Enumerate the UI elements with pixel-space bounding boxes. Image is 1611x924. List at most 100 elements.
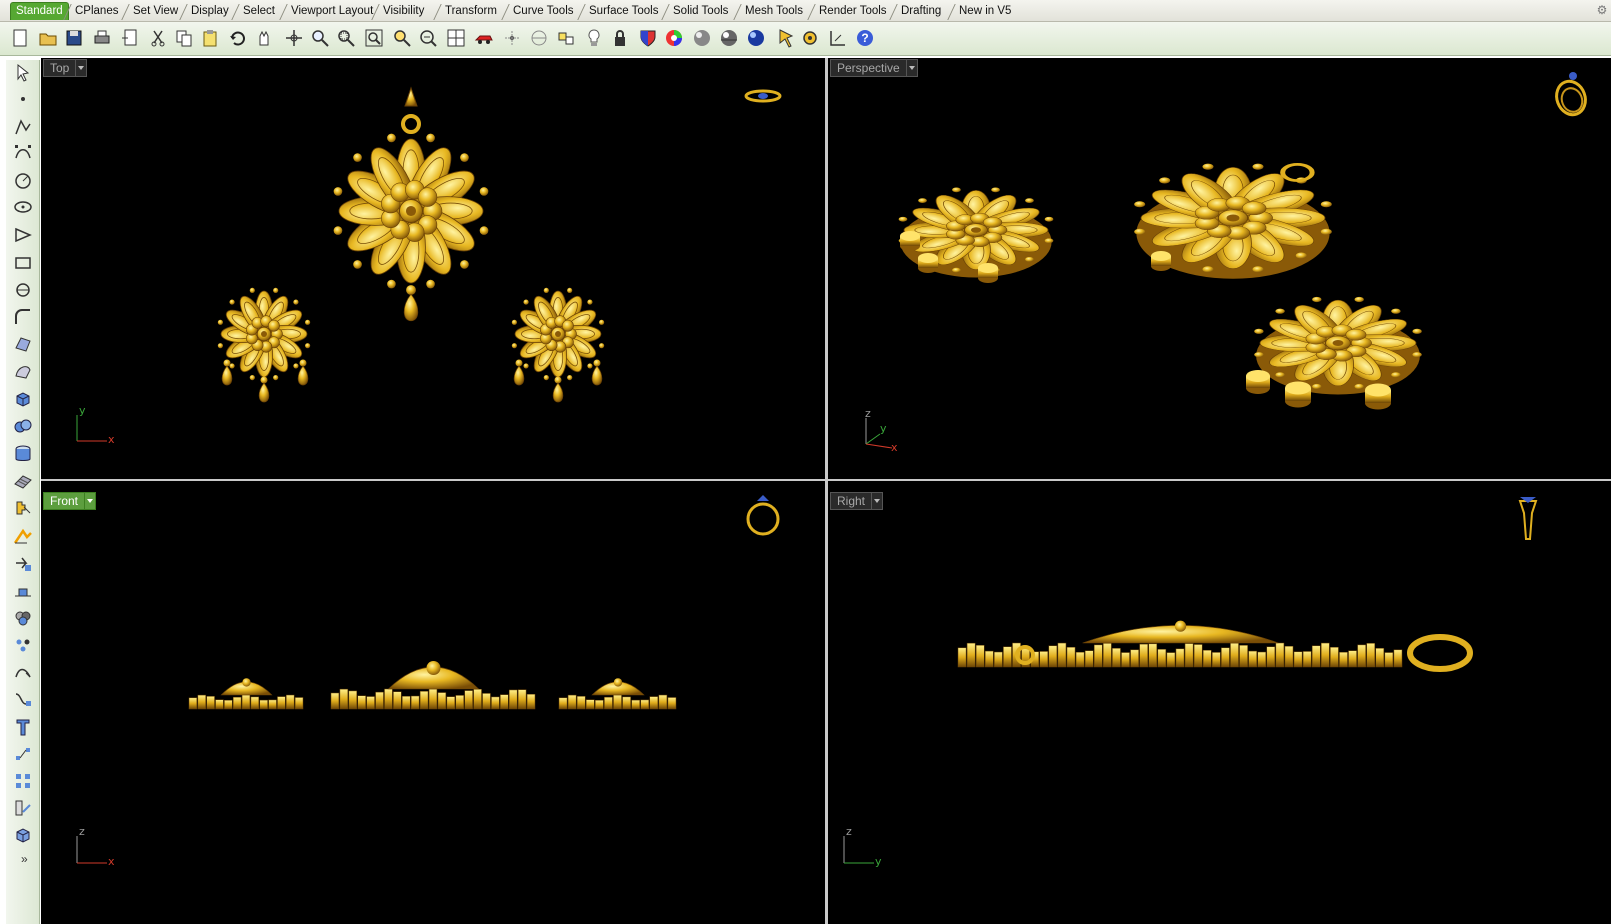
viewport-menu-arrow-icon[interactable] <box>76 59 88 77</box>
pan-hand-icon[interactable] <box>252 26 276 50</box>
viewport-menu-arrow-icon[interactable] <box>906 59 918 77</box>
tab-drafting[interactable]: Drafting <box>896 3 946 21</box>
pendant-right-view[interactable] <box>957 620 1403 668</box>
rectangle-icon[interactable] <box>10 250 36 276</box>
tab-display[interactable]: Display <box>186 3 234 21</box>
earring-right-front-view[interactable] <box>558 678 677 710</box>
rebuild-icon[interactable] <box>10 795 36 821</box>
more-tools-icon[interactable]: » <box>21 852 28 866</box>
surface-grid-icon[interactable] <box>10 331 36 357</box>
polyline-icon[interactable] <box>10 114 36 140</box>
arc-icon[interactable] <box>10 277 36 303</box>
control-points-icon[interactable] <box>10 741 36 767</box>
pendant-top-view[interactable] <box>333 86 489 322</box>
import-icon[interactable] <box>118 26 142 50</box>
car-render-icon[interactable] <box>472 26 496 50</box>
pin-icon[interactable] <box>774 26 798 50</box>
sweep-icon[interactable] <box>10 686 36 712</box>
paste-icon[interactable] <box>198 26 222 50</box>
array-icon[interactable] <box>10 768 36 794</box>
text-icon[interactable] <box>10 714 36 740</box>
viewport-menu-arrow-icon[interactable] <box>872 492 884 510</box>
viewport-title-front[interactable]: Front <box>43 492 97 510</box>
four-viewports-icon[interactable] <box>444 26 468 50</box>
viewport-title-top[interactable]: Top <box>43 59 88 77</box>
tab-cplanes[interactable]: CPlanes <box>70 3 123 21</box>
lock-icon[interactable] <box>608 26 632 50</box>
cube-icon[interactable] <box>10 822 36 848</box>
circle-icon[interactable] <box>10 168 36 194</box>
viewport-front[interactable]: Front z x <box>41 491 825 924</box>
move-icon[interactable] <box>10 523 36 549</box>
viewport-perspective[interactable]: Perspective z y x <box>828 58 1611 479</box>
select-arrow-icon[interactable] <box>10 60 36 86</box>
curve-points-icon[interactable] <box>10 140 36 166</box>
earring-left-top-view[interactable] <box>217 287 311 403</box>
help-icon[interactable]: ? <box>853 26 877 50</box>
curve-edit-icon[interactable] <box>10 659 36 685</box>
ellipse-icon[interactable] <box>10 194 36 220</box>
cylinder-icon[interactable] <box>10 441 36 467</box>
tab-new-in-v5[interactable]: New in V5 <box>954 3 1016 21</box>
box-solid-icon[interactable] <box>10 386 36 412</box>
tab-standard[interactable]: Standard <box>10 2 69 20</box>
shaded-sphere-icon[interactable] <box>690 26 714 50</box>
polygon-icon[interactable] <box>10 222 36 248</box>
tab-solid-tools[interactable]: Solid Tools <box>668 3 733 21</box>
tab-render-tools[interactable]: Render Tools <box>814 3 892 21</box>
undo-icon[interactable] <box>226 26 250 50</box>
surface-icon[interactable] <box>10 358 36 384</box>
cplane-icon[interactable] <box>527 26 551 50</box>
explode-puzzle-icon[interactable] <box>10 495 36 521</box>
print-icon[interactable] <box>90 26 114 50</box>
zoom-icon[interactable] <box>308 26 332 50</box>
point-cloud-icon[interactable] <box>10 632 36 658</box>
zoom-window-icon[interactable] <box>334 26 358 50</box>
pendant-front-view[interactable] <box>330 661 536 710</box>
zoom-selected-icon[interactable] <box>390 26 414 50</box>
mesh-plane-icon[interactable] <box>10 468 36 494</box>
viewport-top[interactable]: Top y x <box>41 58 825 479</box>
viewport-title-perspective[interactable]: Perspective <box>830 59 918 77</box>
tab-viewport-layout[interactable]: Viewport Layout <box>286 3 378 21</box>
save-icon[interactable] <box>62 26 86 50</box>
earring-right-perspective-face[interactable] <box>1254 296 1422 390</box>
viewport-title-right[interactable]: Right <box>830 492 884 510</box>
dimension-icon[interactable] <box>826 26 850 50</box>
earring-right-perspective[interactable] <box>1254 296 1422 395</box>
boolean-spheres-icon[interactable] <box>10 413 36 439</box>
point-icon[interactable] <box>10 86 36 112</box>
tab-mesh-tools[interactable]: Mesh Tools <box>740 3 808 21</box>
tab-curve-tools[interactable]: Curve Tools <box>508 3 579 21</box>
tab-visibility[interactable]: Visibility <box>378 3 429 21</box>
rotate-view-icon[interactable] <box>282 26 306 50</box>
viewport-right[interactable]: Right z y <box>828 491 1611 924</box>
tab-select[interactable]: Select <box>238 3 280 21</box>
grid-snap-icon[interactable] <box>500 26 524 50</box>
rendered-sphere-icon[interactable] <box>717 26 741 50</box>
open-folder-icon[interactable] <box>36 26 60 50</box>
blue-sphere-icon[interactable] <box>744 26 768 50</box>
color-wheel-icon[interactable] <box>662 26 686 50</box>
layer-icon[interactable] <box>554 26 578 50</box>
tab-set-view[interactable]: Set View <box>128 3 183 21</box>
rotate-camera-icon[interactable] <box>416 26 440 50</box>
new-file-icon[interactable] <box>8 26 32 50</box>
tab-options-icon[interactable]: ⚙ <box>1595 3 1609 17</box>
cut-icon[interactable] <box>146 26 170 50</box>
tab-surface-tools[interactable]: Surface Tools <box>584 3 663 21</box>
earring-left-front-view[interactable] <box>188 678 304 710</box>
fillet-icon[interactable] <box>10 304 36 330</box>
copy-icon[interactable] <box>172 26 196 50</box>
tab-transform[interactable]: Transform <box>440 3 502 21</box>
viewport-menu-arrow-icon[interactable] <box>85 492 97 510</box>
pendant-bail-right-view[interactable] <box>1407 634 1473 672</box>
light-bulb-icon[interactable] <box>582 26 606 50</box>
zoom-extents-icon[interactable] <box>362 26 386 50</box>
plane-icon[interactable] <box>10 577 36 603</box>
earring-right-top-view[interactable] <box>511 287 605 403</box>
boolean-union-icon[interactable] <box>10 604 36 630</box>
trim-icon[interactable] <box>10 550 36 576</box>
color-shield-icon[interactable] <box>636 26 660 50</box>
gear-options-icon[interactable] <box>798 26 822 50</box>
